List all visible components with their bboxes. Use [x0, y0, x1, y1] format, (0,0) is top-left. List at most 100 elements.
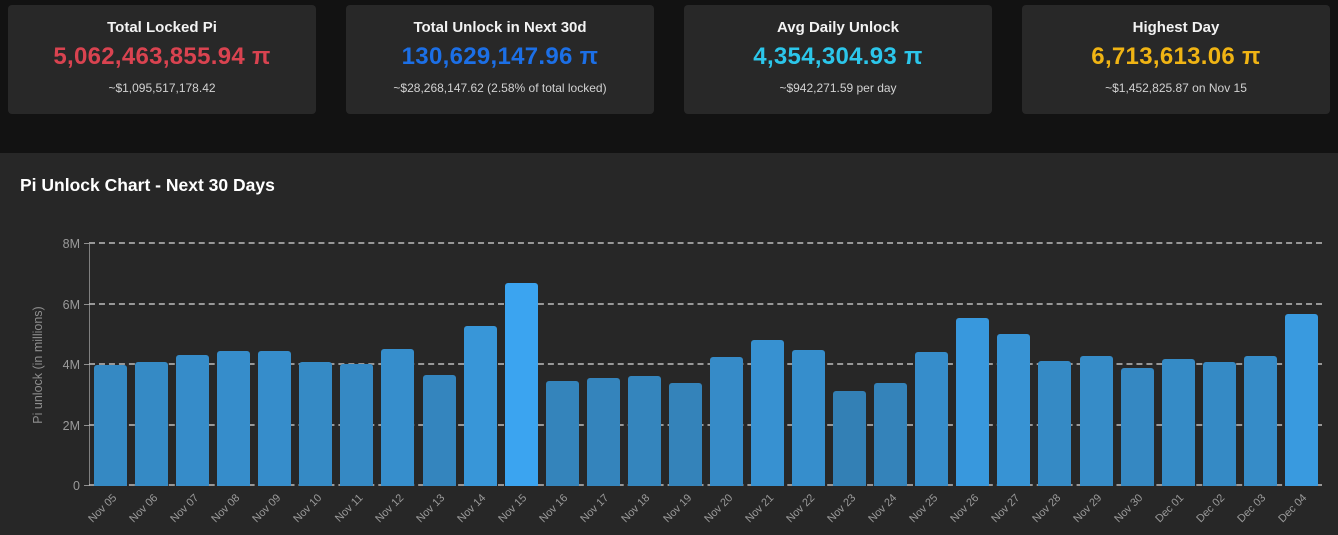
x-axis-label: Dec 01 [1154, 492, 1187, 525]
chart-panel: Pi Unlock Chart - Next 30 Days Pi unlock… [0, 153, 1338, 535]
x-axis-label: Nov 26 [948, 492, 981, 525]
x-axis-label: Nov 15 [497, 492, 530, 525]
chart-bar[interactable] [340, 364, 373, 486]
stat-card-subtitle: ~$1,452,825.87 on Nov 15 [1032, 81, 1320, 95]
x-axis-label: Nov 09 [250, 492, 283, 525]
y-axis-tick-label: 8M [63, 237, 80, 251]
x-axis-label: Nov 20 [702, 492, 735, 525]
y-axis-tick-label: 0 [73, 479, 80, 493]
bar-slot: Nov 19 [669, 244, 702, 486]
bar-chart: Pi unlock (in millions) 02M4M6M8MNov 05N… [89, 244, 1322, 486]
chart-bar[interactable] [669, 383, 702, 486]
chart-bar[interactable] [299, 362, 332, 486]
x-axis-label: Nov 11 [333, 492, 366, 525]
x-axis-label: Nov 07 [168, 492, 201, 525]
bar-slot: Nov 16 [546, 244, 579, 486]
x-axis-label: Nov 27 [989, 492, 1022, 525]
bar-slot: Nov 17 [587, 244, 620, 486]
chart-bar[interactable] [792, 350, 825, 486]
bar-slot: Nov 21 [751, 244, 784, 486]
bar-slot: Nov 14 [464, 244, 497, 486]
bar-slot: Nov 30 [1121, 244, 1154, 486]
chart-bar[interactable] [464, 326, 497, 486]
bar-slot: Nov 24 [874, 244, 907, 486]
x-axis-label: Nov 21 [743, 492, 776, 525]
x-axis-label: Nov 28 [1030, 492, 1063, 525]
chart-bar[interactable] [423, 375, 456, 486]
stat-card-value: 6,713,613.06 π [1032, 43, 1320, 71]
chart-bar[interactable] [1038, 361, 1071, 486]
bar-slot: Nov 13 [423, 244, 456, 486]
chart-bar[interactable] [94, 365, 127, 486]
stat-card-title: Total Locked Pi [18, 19, 306, 36]
bar-slot: Nov 05 [94, 244, 127, 486]
chart-bar[interactable] [258, 351, 291, 486]
stat-card-avg-daily-unlock: Avg Daily Unlock 4,354,304.93 π ~$942,27… [684, 5, 992, 114]
y-axis-tick [84, 304, 89, 305]
y-axis-tick [84, 485, 89, 486]
bar-slot: Nov 12 [381, 244, 414, 486]
stat-card-subtitle: ~$942,271.59 per day [694, 81, 982, 95]
x-axis-label: Nov 06 [127, 492, 160, 525]
chart-bar[interactable] [956, 318, 989, 486]
chart-bar[interactable] [833, 391, 866, 486]
x-axis-label: Nov 17 [579, 492, 612, 525]
x-axis-label: Dec 04 [1277, 492, 1310, 525]
chart-bar[interactable] [1285, 314, 1318, 486]
y-axis-title: Pi unlock (in millions) [31, 306, 45, 423]
x-axis-label: Nov 29 [1071, 492, 1104, 525]
x-axis-label: Dec 03 [1236, 492, 1269, 525]
chart-bar[interactable] [1121, 368, 1154, 486]
x-axis-label: Nov 18 [620, 492, 653, 525]
bar-slot: Nov 23 [833, 244, 866, 486]
chart-bar[interactable] [135, 362, 168, 486]
chart-bar[interactable] [710, 357, 743, 486]
chart-bar[interactable] [217, 351, 250, 486]
bars-container: Nov 05Nov 06Nov 07Nov 08Nov 09Nov 10Nov … [90, 244, 1322, 486]
chart-bar[interactable] [874, 383, 907, 486]
y-axis-tick [84, 364, 89, 365]
chart-bar[interactable] [751, 340, 784, 486]
stat-card-value: 130,629,147.96 π [356, 43, 644, 71]
chart-bar[interactable] [381, 349, 414, 486]
x-axis-label: Nov 30 [1112, 492, 1145, 525]
bar-slot: Nov 10 [299, 244, 332, 486]
chart-bar[interactable] [1244, 356, 1277, 486]
x-axis-label: Nov 23 [825, 492, 858, 525]
chart-bar[interactable] [915, 352, 948, 486]
chart-bar[interactable] [628, 376, 661, 486]
bar-slot: Nov 22 [792, 244, 825, 486]
chart-bar[interactable] [505, 283, 538, 486]
bar-slot: Dec 04 [1285, 244, 1318, 486]
y-axis-tick [84, 425, 89, 426]
chart-bar[interactable] [546, 381, 579, 486]
x-axis-label: Nov 14 [455, 492, 488, 525]
chart-bar[interactable] [997, 334, 1030, 486]
stat-card-value: 4,354,304.93 π [694, 43, 982, 71]
x-axis-label: Nov 12 [373, 492, 406, 525]
x-axis-label: Nov 10 [291, 492, 324, 525]
chart-bar[interactable] [176, 355, 209, 486]
bar-slot: Nov 08 [217, 244, 250, 486]
x-axis-label: Nov 24 [866, 492, 899, 525]
bar-slot: Nov 26 [956, 244, 989, 486]
bar-slot: Dec 03 [1244, 244, 1277, 486]
stat-card-title: Avg Daily Unlock [694, 19, 982, 36]
stat-card-subtitle: ~$1,095,517,178.42 [18, 81, 306, 95]
chart-bar[interactable] [587, 378, 620, 486]
bar-slot: Nov 11 [340, 244, 373, 486]
y-axis-tick-label: 4M [63, 358, 80, 372]
stat-card-total-unlock-30d: Total Unlock in Next 30d 130,629,147.96 … [346, 5, 654, 114]
chart-bar[interactable] [1162, 359, 1195, 486]
stat-card-value: 5,062,463,855.94 π [18, 43, 306, 71]
chart-bar[interactable] [1080, 356, 1113, 486]
x-axis-label: Nov 19 [661, 492, 694, 525]
bar-slot: Nov 27 [997, 244, 1030, 486]
stat-card-highest-day: Highest Day 6,713,613.06 π ~$1,452,825.8… [1022, 5, 1330, 114]
y-axis-tick-label: 6M [63, 298, 80, 312]
stat-card-total-locked: Total Locked Pi 5,062,463,855.94 π ~$1,0… [8, 5, 316, 114]
chart-bar[interactable] [1203, 362, 1236, 486]
x-axis-label: Dec 02 [1195, 492, 1228, 525]
stat-card-subtitle: ~$28,268,147.62 (2.58% of total locked) [356, 81, 644, 95]
bar-slot: Dec 01 [1162, 244, 1195, 486]
